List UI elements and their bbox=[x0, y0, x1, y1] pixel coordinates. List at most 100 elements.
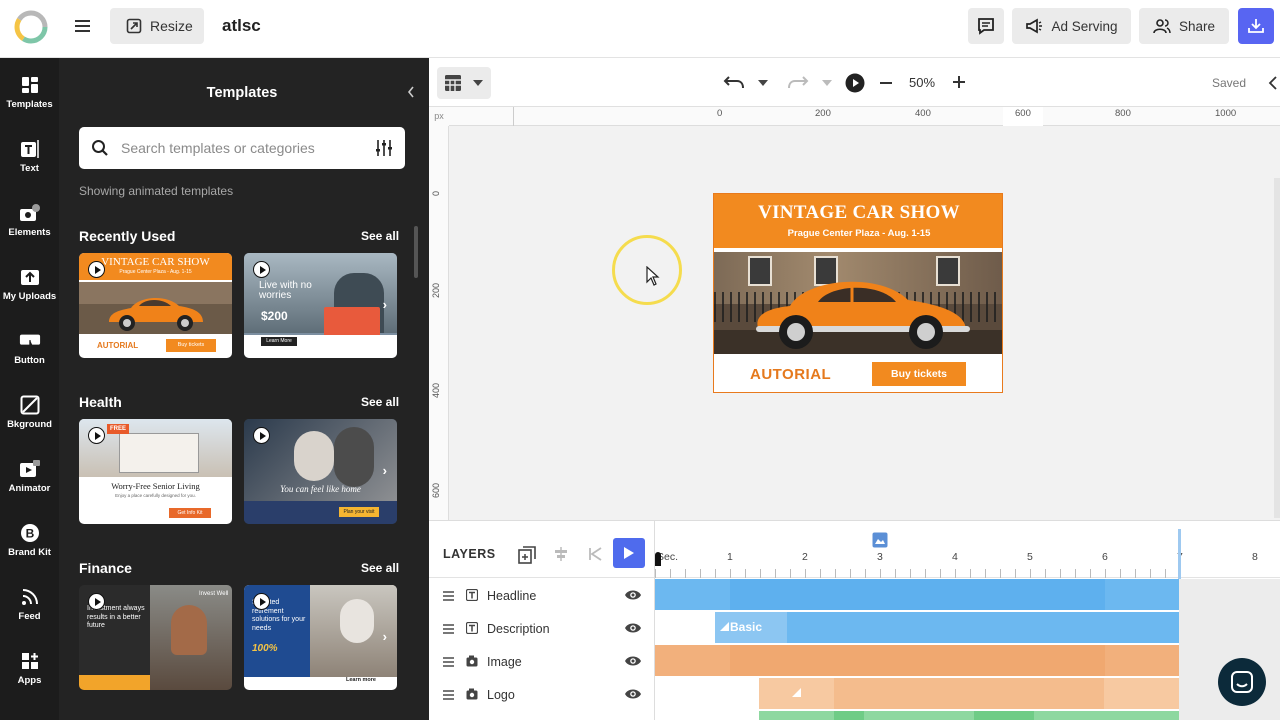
timeline-bar-headline[interactable] bbox=[655, 579, 1179, 610]
timeline-label: 3 bbox=[877, 551, 883, 563]
horizontal-ruler: 0 200 400 600 800 1000 bbox=[449, 107, 1280, 126]
thumb-title: Live with no worries bbox=[259, 280, 312, 301]
undo-icon[interactable] bbox=[723, 74, 745, 90]
timeline-bar-next[interactable] bbox=[759, 711, 1179, 720]
collapse-right-panel-icon[interactable] bbox=[1268, 76, 1278, 90]
collapse-panel-icon[interactable] bbox=[406, 85, 418, 99]
template-thumb-feel-like-home[interactable]: You can feel like home Plan your visit › bbox=[244, 419, 397, 524]
next-arrow-icon[interactable]: › bbox=[383, 463, 387, 478]
see-all-finance-link[interactable]: See all bbox=[361, 561, 399, 575]
showing-animated-text: Showing animated templates bbox=[79, 184, 234, 198]
rail-item-brand-kit[interactable]: B Brand Kit bbox=[0, 506, 59, 566]
svg-text:B: B bbox=[25, 527, 34, 541]
eye-icon[interactable] bbox=[624, 655, 642, 667]
zoom-in-icon[interactable] bbox=[953, 76, 965, 88]
rail-item-background[interactable]: Bkground bbox=[0, 378, 59, 438]
drag-handle-icon[interactable] bbox=[443, 591, 454, 603]
rail-item-apps[interactable]: Apps bbox=[0, 634, 59, 694]
template-search-box bbox=[79, 127, 405, 169]
rail-item-uploads[interactable]: My Uploads bbox=[0, 250, 59, 310]
ad-banner[interactable]: VINTAGE CAR SHOW Prague Center Plaza - A… bbox=[713, 193, 1003, 393]
eye-icon[interactable] bbox=[624, 589, 642, 601]
drag-handle-icon[interactable] bbox=[443, 624, 454, 636]
canvas-scrollbar[interactable] bbox=[1274, 178, 1280, 518]
zoom-level[interactable]: 50% bbox=[909, 75, 935, 90]
support-chat-button[interactable] bbox=[1218, 658, 1266, 706]
align-layers-icon[interactable] bbox=[553, 546, 569, 562]
banner-headline[interactable]: VINTAGE CAR SHOW bbox=[714, 202, 1002, 224]
see-all-health-link[interactable]: See all bbox=[361, 395, 399, 409]
preview-play-icon[interactable] bbox=[845, 73, 865, 93]
grid-toggle-button[interactable] bbox=[437, 67, 491, 99]
layer-row-logo[interactable]: Logo bbox=[429, 678, 654, 711]
grid-icon bbox=[445, 75, 461, 91]
template-thumb-senior-living[interactable]: FREE Worry-Free Senior Living Enjoy a pl… bbox=[79, 419, 232, 524]
template-thumb-investment[interactable]: Investment always results in a better fu… bbox=[79, 585, 232, 690]
playhead[interactable] bbox=[655, 552, 661, 566]
rail-item-elements[interactable]: Elements bbox=[0, 186, 59, 246]
document-title[interactable]: atlsc bbox=[222, 16, 261, 36]
eye-icon[interactable] bbox=[624, 622, 642, 634]
thumb-button: Plan your visit bbox=[339, 507, 379, 517]
tool-rail: Templates Text Elements My Uploads Butto… bbox=[0, 58, 59, 720]
save-status: Saved bbox=[1212, 76, 1247, 90]
app-logo-icon[interactable] bbox=[13, 7, 49, 47]
filter-icon[interactable] bbox=[375, 139, 393, 157]
layer-row-image[interactable]: Image bbox=[429, 645, 654, 678]
duplicate-layer-icon[interactable] bbox=[518, 546, 536, 564]
panel-scrollbar[interactable] bbox=[414, 226, 418, 278]
rail-item-button[interactable]: Button bbox=[0, 314, 59, 374]
comments-button[interactable] bbox=[968, 8, 1004, 44]
see-all-recently-used-link[interactable]: See all bbox=[361, 229, 399, 243]
resize-icon bbox=[126, 18, 142, 34]
drag-handle-icon[interactable] bbox=[443, 657, 454, 669]
template-thumb-no-worries[interactable]: Live with no worries $200 Learn More › bbox=[244, 253, 397, 358]
timeline-bar-image[interactable] bbox=[655, 645, 1179, 676]
next-arrow-icon[interactable]: › bbox=[383, 297, 387, 312]
menu-icon[interactable] bbox=[72, 17, 92, 37]
template-thumb-vintage-car[interactable]: VINTAGE CAR SHOW Prague Center Plaza - A… bbox=[79, 253, 232, 358]
layer-row-description[interactable]: Description bbox=[429, 612, 654, 645]
ad-serving-label: Ad Serving bbox=[1051, 18, 1118, 34]
timeline-bar-description[interactable]: Basic bbox=[715, 612, 1179, 643]
banner-image[interactable] bbox=[714, 252, 1002, 354]
end-marker[interactable] bbox=[1178, 529, 1181, 579]
drag-handle-icon[interactable] bbox=[443, 690, 454, 702]
ruler-h-label: 600 bbox=[1015, 108, 1031, 119]
uploads-icon bbox=[19, 266, 41, 288]
thumb-logo: AUTORIAL bbox=[97, 341, 139, 350]
templates-icon bbox=[19, 74, 41, 96]
templates-panel: Templates Showing animated templates Rec… bbox=[59, 58, 429, 720]
banner-logo[interactable]: AUTORIAL bbox=[750, 366, 831, 383]
skip-to-start-icon[interactable] bbox=[588, 546, 602, 562]
download-icon bbox=[1248, 19, 1264, 33]
download-button[interactable] bbox=[1238, 8, 1274, 44]
timeline[interactable]: Sec. 1 2 3 4 5 6 7 8 Basic bbox=[654, 521, 1280, 720]
timeline-play-button[interactable] bbox=[613, 538, 645, 568]
rail-item-animator[interactable]: Animator bbox=[0, 442, 59, 502]
timeline-bar-logo[interactable] bbox=[759, 678, 1179, 709]
share-button[interactable]: Share bbox=[1139, 8, 1229, 44]
timeline-ruler[interactable]: Sec. 1 2 3 4 5 6 7 8 bbox=[655, 521, 1280, 579]
next-arrow-icon[interactable]: › bbox=[383, 629, 387, 644]
resize-button[interactable]: Resize bbox=[110, 8, 204, 44]
thumb-subtitle: Enjoy a place carefully designed for you… bbox=[115, 493, 196, 498]
rail-item-text[interactable]: Text bbox=[0, 122, 59, 182]
zoom-out-icon[interactable] bbox=[880, 82, 892, 84]
layer-name: Headline bbox=[487, 589, 537, 603]
redo-history-chevron-icon[interactable] bbox=[822, 80, 832, 86]
undo-history-chevron-icon[interactable] bbox=[758, 80, 768, 86]
ad-serving-button[interactable]: Ad Serving bbox=[1012, 8, 1131, 44]
layer-row-headline[interactable]: Headline bbox=[429, 579, 654, 612]
search-input[interactable] bbox=[121, 137, 361, 159]
timeline-label: 8 bbox=[1252, 551, 1258, 563]
template-thumb-retirement[interactable]: Selected retirement solutions for your n… bbox=[244, 585, 397, 690]
rail-item-feed[interactable]: Feed bbox=[0, 570, 59, 630]
banner-cta-button[interactable]: Buy tickets bbox=[872, 362, 966, 386]
eye-icon[interactable] bbox=[624, 688, 642, 700]
banner-description[interactable]: Prague Center Plaza - Aug. 1-15 bbox=[714, 228, 1002, 239]
redo-icon[interactable] bbox=[787, 74, 809, 90]
mouse-pointer-icon bbox=[646, 266, 660, 286]
image-marker-icon[interactable] bbox=[872, 532, 888, 548]
rail-item-templates[interactable]: Templates bbox=[0, 58, 59, 118]
